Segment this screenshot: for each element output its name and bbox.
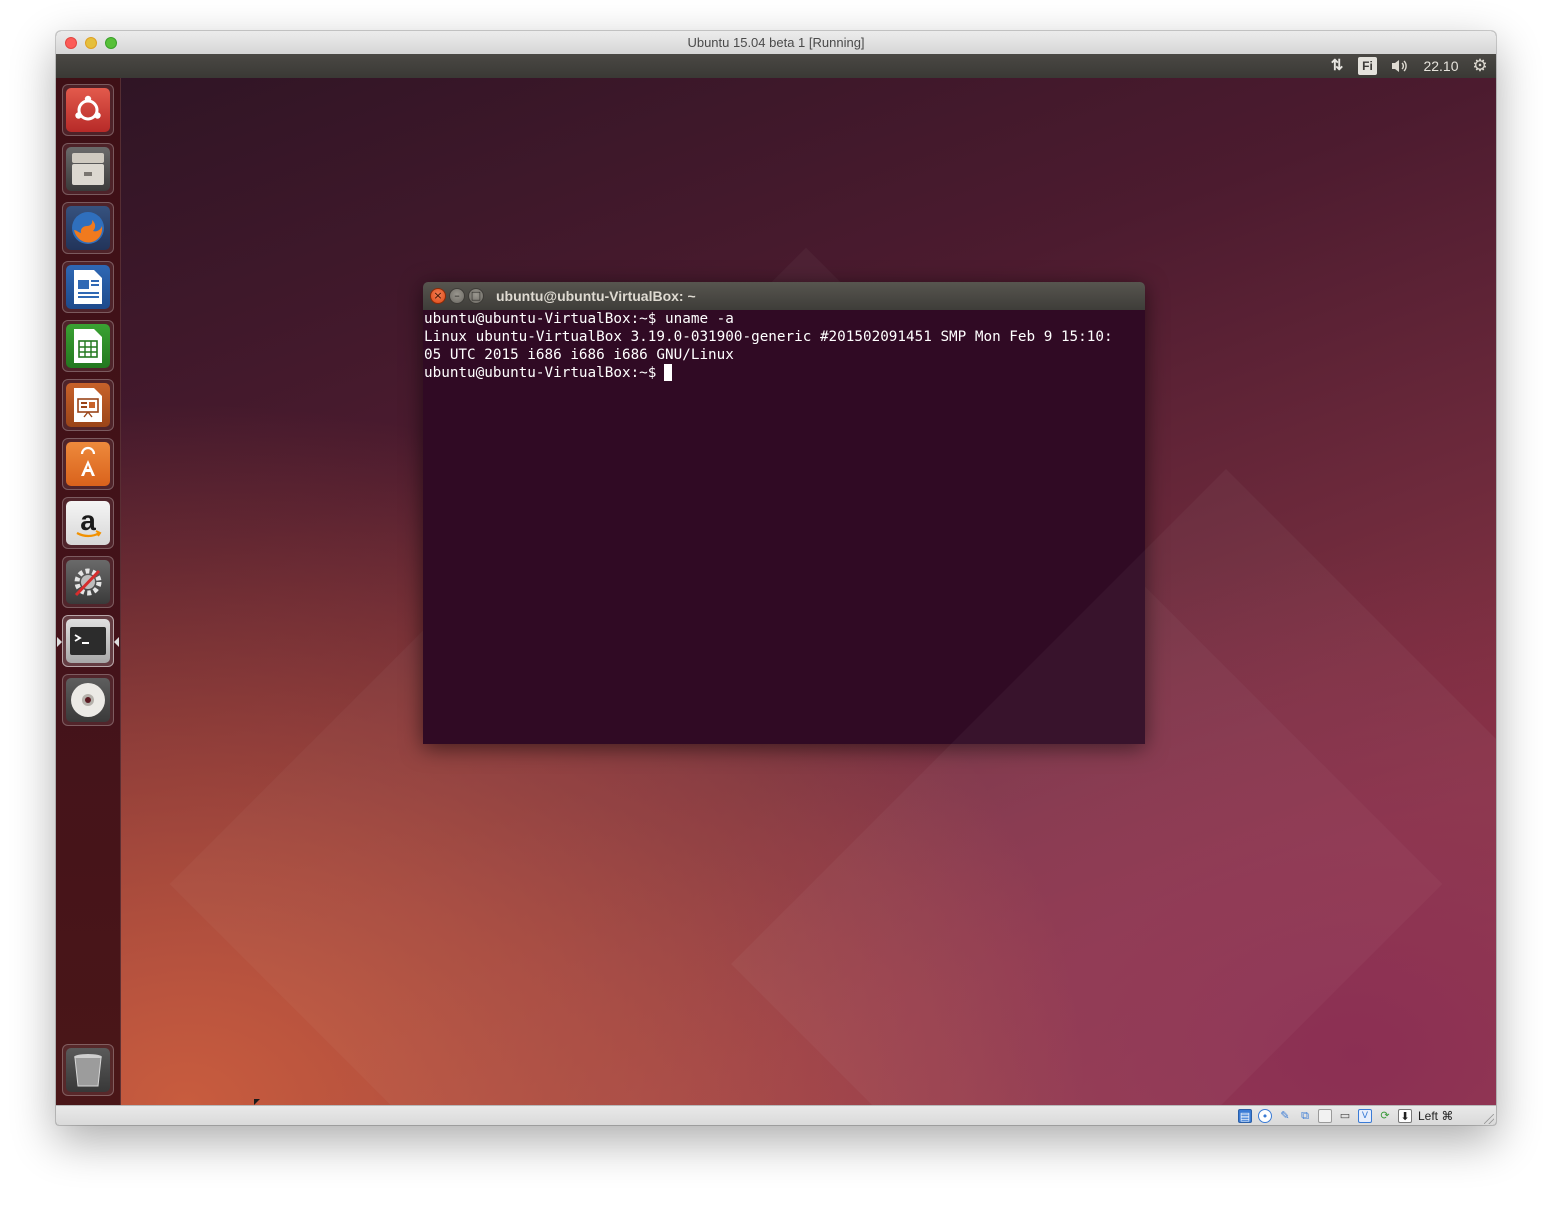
launcher-item-calc[interactable]	[62, 320, 114, 372]
terminal-title: ubuntu@ubuntu-VirtualBox: ~	[496, 288, 696, 304]
terminal-prompt-line[interactable]: ubuntu@ubuntu-VirtualBox:~$	[424, 364, 1144, 382]
writer-document-icon	[66, 265, 110, 309]
video-capture-icon[interactable]: V	[1358, 1109, 1372, 1123]
terminal-titlebar[interactable]: × – □ ubuntu@ubuntu-VirtualBox: ~	[423, 282, 1145, 310]
settings-wrench-gear-icon	[66, 560, 110, 604]
clock[interactable]: 22.10	[1419, 54, 1463, 78]
launcher-item-disc[interactable]	[62, 674, 114, 726]
launcher-item-system-settings[interactable]	[62, 556, 114, 608]
guest-additions-icon[interactable]: ⟳	[1378, 1109, 1392, 1123]
launcher-item-amazon[interactable]: a	[62, 497, 114, 549]
window-title: Ubuntu 15.04 beta 1 [Running]	[687, 35, 865, 50]
launcher-item-files[interactable]	[62, 143, 114, 195]
optical-drive-icon[interactable]: •	[1258, 1109, 1272, 1123]
terminal-line: Linux ubuntu-VirtualBox 3.19.0-031900-ge…	[424, 329, 1113, 345]
shopping-bag-icon	[66, 442, 110, 486]
virtualbox-window: Ubuntu 15.04 beta 1 [Running] ⇅ Fi 22.10…	[56, 31, 1496, 1125]
launcher: a	[56, 78, 121, 1105]
terminal-line: ubuntu@ubuntu-VirtualBox:~$ uname -a	[424, 311, 734, 327]
ubuntu-logo-icon	[66, 88, 110, 132]
text-cursor	[664, 364, 673, 381]
focused-indicator	[114, 637, 119, 647]
terminal-minimize-button[interactable]: –	[449, 288, 465, 304]
terminal-prompt: ubuntu@ubuntu-VirtualBox:~$	[424, 365, 666, 381]
calc-spreadsheet-icon	[66, 324, 110, 368]
impress-presentation-icon	[66, 383, 110, 427]
host-key-label: Left ⌘	[1418, 1109, 1454, 1123]
mouse-integration-icon[interactable]: ⬇	[1398, 1109, 1412, 1123]
terminal-close-button[interactable]: ×	[430, 288, 446, 304]
network-arrows-icon[interactable]: ⇅	[1327, 54, 1347, 78]
running-indicator	[57, 637, 62, 647]
hard-disk-icon[interactable]: ▤	[1238, 1109, 1252, 1123]
resize-grip-icon[interactable]	[1484, 1114, 1494, 1124]
speaker-icon[interactable]	[1389, 54, 1411, 78]
amazon-icon: a	[66, 501, 110, 545]
launcher-item-trash[interactable]	[62, 1044, 114, 1096]
usb-icon[interactable]: ✎	[1278, 1109, 1292, 1123]
terminal-window[interactable]: × – □ ubuntu@ubuntu-VirtualBox: ~ ubuntu…	[423, 282, 1145, 744]
gear-icon[interactable]: ⚙	[1469, 54, 1491, 78]
launcher-item-impress[interactable]	[62, 379, 114, 431]
network-adapter-icon[interactable]: ▭	[1338, 1109, 1352, 1123]
terminal-icon	[66, 619, 110, 663]
host-titlebar[interactable]: Ubuntu 15.04 beta 1 [Running]	[56, 31, 1496, 55]
svg-text:a: a	[80, 505, 96, 536]
ubuntu-desktop[interactable]: ⇅ Fi 22.10 ⚙ a × – □ ubuntu@ubuntu-Virtu…	[56, 54, 1496, 1105]
launcher-item-writer[interactable]	[62, 261, 114, 313]
trash-icon	[66, 1048, 110, 1092]
terminal-output[interactable]: ubuntu@ubuntu-VirtualBox:~$ uname -a Lin…	[424, 310, 1144, 740]
terminal-maximize-button[interactable]: □	[468, 288, 484, 304]
launcher-item-software-center[interactable]	[62, 438, 114, 490]
terminal-line: 05 UTC 2015 i686 i686 i686 GNU/Linux	[424, 347, 734, 363]
file-cabinet-icon	[66, 147, 110, 191]
host-status-bar: ▤ • ✎ ⧉ ▭ V ⟳ ⬇ Left ⌘	[56, 1105, 1496, 1125]
launcher-item-terminal[interactable]	[57, 615, 119, 667]
shared-folders-icon[interactable]: ⧉	[1298, 1109, 1312, 1123]
top-panel: ⇅ Fi 22.10 ⚙	[56, 54, 1496, 78]
launcher-item-firefox[interactable]	[62, 202, 114, 254]
display-icon[interactable]	[1318, 1109, 1332, 1123]
optical-disc-icon	[66, 678, 110, 722]
keyboard-layout-indicator[interactable]: Fi	[1358, 57, 1377, 75]
firefox-icon	[66, 206, 110, 250]
launcher-item-dash[interactable]	[62, 84, 114, 136]
